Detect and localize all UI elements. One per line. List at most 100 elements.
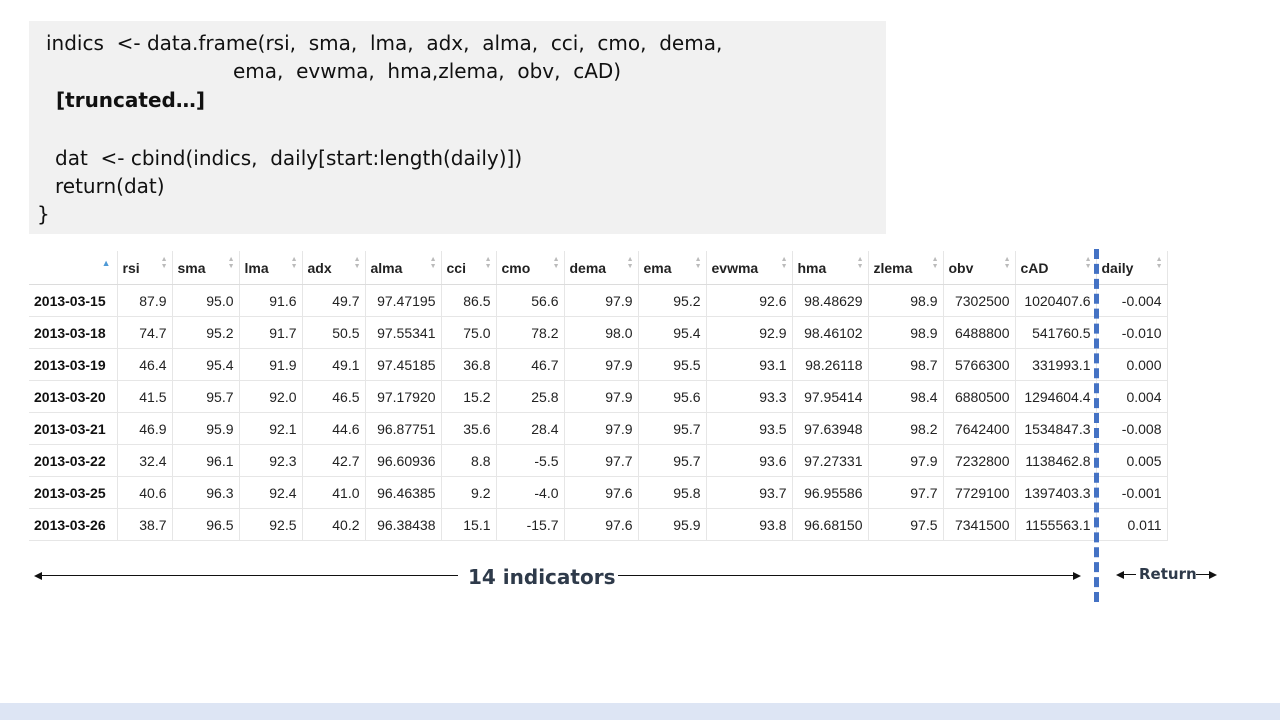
table-cell: 46.9 xyxy=(117,412,173,445)
indicators-span-line-right xyxy=(618,575,1074,576)
column-header[interactable]: hma ▲ ▼ xyxy=(792,251,869,285)
row-date-cell: 2013-03-26 xyxy=(29,508,118,541)
table-cell: 96.46385 xyxy=(365,476,442,509)
table-cell: 96.38438 xyxy=(365,508,442,541)
indicators-span-line-left xyxy=(40,575,458,576)
column-header[interactable]: ema ▲ ▼ xyxy=(638,251,707,285)
table-cell: 95.9 xyxy=(638,508,707,541)
table-cell: 1155563.1 xyxy=(1015,508,1097,541)
table-cell: 75.0 xyxy=(441,316,497,349)
sort-icon: ▲ ▼ xyxy=(429,256,437,270)
table-row: 2013-03-21 46.9 95.9 92.1 44.6 96.87751 35.6 28… xyxy=(29,412,1168,445)
table-cell: -0.001 xyxy=(1096,476,1168,509)
table-cell: 56.6 xyxy=(496,284,565,317)
table-cell: 40.2 xyxy=(302,508,366,541)
table-cell: 5766300 xyxy=(943,348,1016,381)
code-line-cbind: dat <- cbind(indics, daily[start:length(… xyxy=(55,146,523,170)
table-cell: 97.5 xyxy=(868,508,944,541)
column-header[interactable]: cAD ▲ ▼ xyxy=(1015,251,1097,285)
table-cell: 7642400 xyxy=(943,412,1016,445)
column-header[interactable]: obv ▲ ▼ xyxy=(943,251,1016,285)
table-cell: 97.9 xyxy=(868,444,944,477)
code-line-truncated: [truncated…] xyxy=(56,88,205,112)
sort-ascending-icon: ▲ xyxy=(101,258,111,268)
table-cell: 92.4 xyxy=(239,476,303,509)
table-cell: 97.47195 xyxy=(365,284,442,317)
table-cell: 6880500 xyxy=(943,380,1016,413)
column-header[interactable]: dema ▲ ▼ xyxy=(564,251,639,285)
column-header[interactable]: lma ▲ ▼ xyxy=(239,251,303,285)
arrow-right-icon xyxy=(1073,572,1081,580)
column-header[interactable]: evwma ▲ ▼ xyxy=(706,251,793,285)
table-cell: 98.46102 xyxy=(792,316,869,349)
sort-icon: ▲ ▼ xyxy=(626,256,634,270)
column-header[interactable]: zlema ▲ ▼ xyxy=(868,251,944,285)
table-cell: -15.7 xyxy=(496,508,565,541)
table-cell: 91.7 xyxy=(239,316,303,349)
table-cell: 7341500 xyxy=(943,508,1016,541)
table-cell: 98.48629 xyxy=(792,284,869,317)
column-header[interactable]: cci ▲ ▼ xyxy=(441,251,497,285)
table-row: 2013-03-20 41.5 95.7 92.0 46.5 97.17920 15.2 25… xyxy=(29,380,1168,413)
sort-icon: ▲ ▼ xyxy=(694,256,702,270)
sort-icon: ▲ ▼ xyxy=(227,256,235,270)
table-cell: 46.7 xyxy=(496,348,565,381)
table-cell: 46.5 xyxy=(302,380,366,413)
table-cell: 96.87751 xyxy=(365,412,442,445)
table-cell: 40.6 xyxy=(117,476,173,509)
sort-icon: ▲ ▼ xyxy=(856,256,864,270)
column-header-rowname[interactable]: ▲ xyxy=(29,251,118,285)
table-cell: 95.7 xyxy=(172,380,240,413)
table-cell: 92.3 xyxy=(239,444,303,477)
table-cell: -0.010 xyxy=(1096,316,1168,349)
table-cell: 32.4 xyxy=(117,444,173,477)
table-row: 2013-03-25 40.6 96.3 92.4 41.0 96.46385 9.2 -4.… xyxy=(29,476,1168,509)
return-span-line-left xyxy=(1122,574,1136,575)
table-cell: 91.9 xyxy=(239,348,303,381)
table-cell: 97.9 xyxy=(564,348,639,381)
table-cell: 44.6 xyxy=(302,412,366,445)
column-header[interactable]: daily ▲ ▼ xyxy=(1096,251,1168,285)
table-cell: 96.68150 xyxy=(792,508,869,541)
table-cell: 1020407.6 xyxy=(1015,284,1097,317)
row-date-cell: 2013-03-15 xyxy=(29,284,118,317)
table-cell: -0.004 xyxy=(1096,284,1168,317)
table-cell: 97.63948 xyxy=(792,412,869,445)
table-cell: 0.004 xyxy=(1096,380,1168,413)
column-header[interactable]: cmo ▲ ▼ xyxy=(496,251,565,285)
table-cell: 50.5 xyxy=(302,316,366,349)
table-cell: 87.9 xyxy=(117,284,173,317)
column-header[interactable]: rsi ▲ ▼ xyxy=(117,251,173,285)
table-cell: 96.95586 xyxy=(792,476,869,509)
table-cell: 25.8 xyxy=(496,380,565,413)
table-cell: 15.2 xyxy=(441,380,497,413)
table-cell: 92.6 xyxy=(706,284,793,317)
table-cell: 86.5 xyxy=(441,284,497,317)
table-cell: 97.7 xyxy=(564,444,639,477)
column-header[interactable]: adx ▲ ▼ xyxy=(302,251,366,285)
table-cell: 97.9 xyxy=(564,412,639,445)
row-date-cell: 2013-03-25 xyxy=(29,476,118,509)
return-label: Return xyxy=(1139,565,1197,583)
table-cell: 49.7 xyxy=(302,284,366,317)
table-cell: 95.2 xyxy=(172,316,240,349)
table-cell: 41.5 xyxy=(117,380,173,413)
table-cell: 98.9 xyxy=(868,316,944,349)
table-cell: 98.7 xyxy=(868,348,944,381)
table-cell: 46.4 xyxy=(117,348,173,381)
table-cell: 93.5 xyxy=(706,412,793,445)
column-header[interactable]: alma ▲ ▼ xyxy=(365,251,442,285)
column-header[interactable]: sma ▲ ▼ xyxy=(172,251,240,285)
table-cell: 1534847.3 xyxy=(1015,412,1097,445)
table-cell: 95.4 xyxy=(638,316,707,349)
code-block: indics <- data.frame(rsi, sma, lma, adx,… xyxy=(29,21,886,234)
row-date-cell: 2013-03-20 xyxy=(29,380,118,413)
table-cell: 42.7 xyxy=(302,444,366,477)
table-row: 2013-03-22 32.4 96.1 92.3 42.7 96.60936 8.8 -5.… xyxy=(29,444,1168,477)
table-cell: 95.9 xyxy=(172,412,240,445)
table-cell: 0.011 xyxy=(1096,508,1168,541)
table-cell: 7302500 xyxy=(943,284,1016,317)
table-cell: 97.9 xyxy=(564,284,639,317)
sort-icon: ▲ ▼ xyxy=(1155,256,1163,270)
table-cell: 97.9 xyxy=(564,380,639,413)
